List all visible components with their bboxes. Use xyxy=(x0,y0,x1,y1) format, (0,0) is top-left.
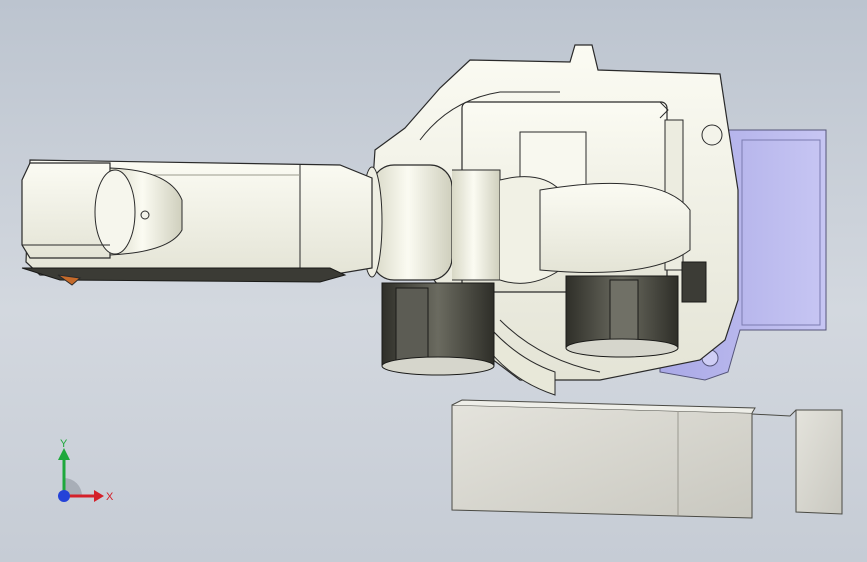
wrist-joint[interactable] xyxy=(21,162,183,259)
coordinate-triad: Y X xyxy=(58,438,114,503)
z-axis-dot xyxy=(58,490,70,502)
graphics-viewport[interactable]: Y X xyxy=(0,0,867,562)
lower-enclosure[interactable] xyxy=(451,399,843,519)
y-axis-label: Y xyxy=(60,438,68,450)
robot-arm-model[interactable] xyxy=(0,0,867,562)
motor-left[interactable] xyxy=(381,282,495,376)
x-axis-label: X xyxy=(106,491,114,503)
x-axis-arrow xyxy=(94,490,104,502)
